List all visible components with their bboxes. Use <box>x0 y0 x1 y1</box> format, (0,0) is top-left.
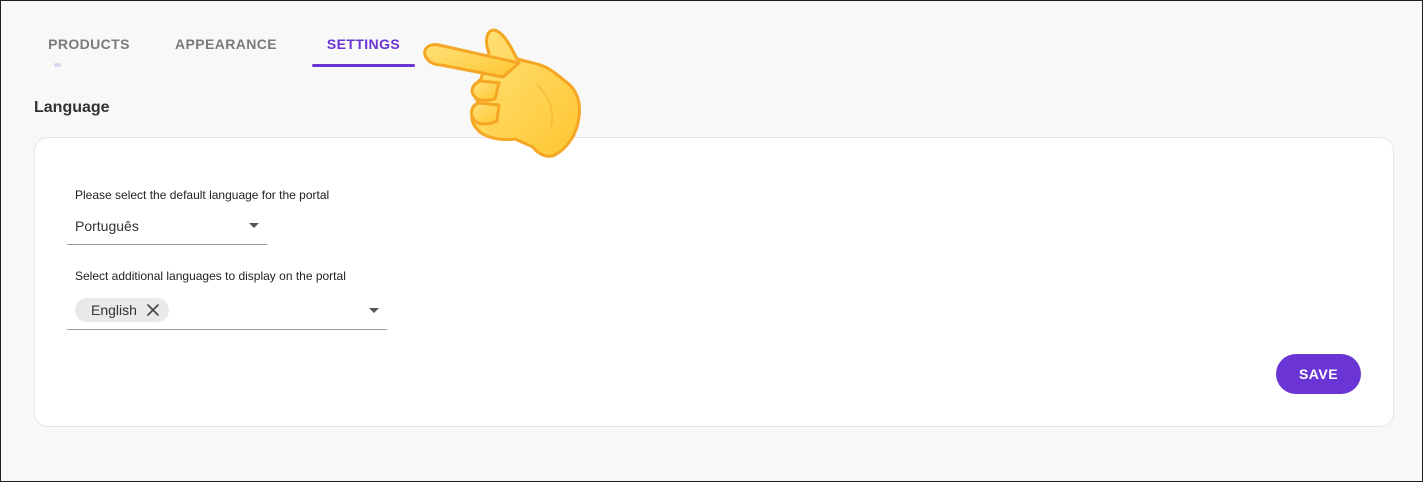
default-language-label: Please select the default language for t… <box>75 188 330 202</box>
save-button[interactable]: SAVE <box>1276 354 1361 394</box>
default-language-select[interactable]: Português <box>67 210 267 245</box>
default-language-value: Português <box>75 218 139 234</box>
section-title: Language <box>34 99 110 116</box>
language-card: Please select the default language for t… <box>34 137 1394 427</box>
arrow-drop-down-icon <box>369 308 379 313</box>
tab-settings[interactable]: SETTINGS <box>312 23 415 67</box>
tab-products-label: PRODUCTS <box>48 36 130 52</box>
pointing-hand-icon <box>419 23 589 159</box>
additional-languages-select[interactable]: English <box>67 292 387 330</box>
tab-appearance[interactable]: APPEARANCE <box>161 23 291 67</box>
settings-page: PRODUCTS APPEARANCE SETTINGS Language Pl… <box>0 0 1423 482</box>
close-icon[interactable] <box>145 302 161 318</box>
language-chip-label: English <box>91 302 137 318</box>
tab-appearance-label: APPEARANCE <box>174 36 277 52</box>
tab-settings-label: SETTINGS <box>326 36 401 52</box>
tab-products[interactable]: PRODUCTS <box>33 23 145 67</box>
active-tab-indicator <box>312 64 415 67</box>
additional-languages-label: Select additional languages to display o… <box>75 269 346 283</box>
tab-ripple-dot <box>54 63 61 67</box>
arrow-drop-down-icon <box>249 223 259 228</box>
language-chip: English <box>75 298 169 322</box>
